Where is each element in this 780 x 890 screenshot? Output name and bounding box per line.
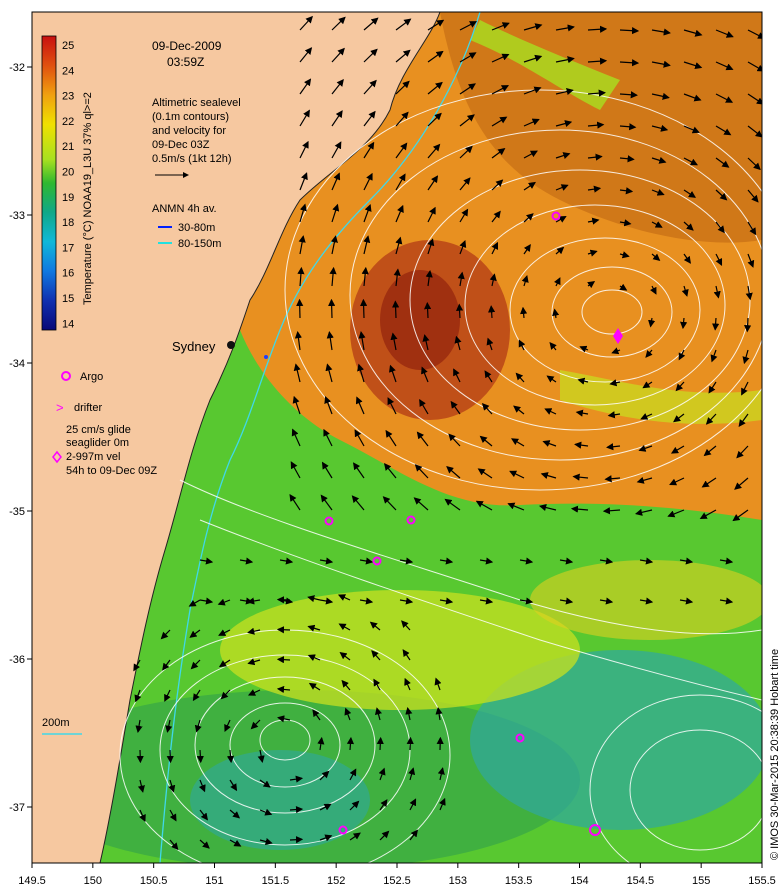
- y-axis: -32 -33 -34 -35 -36 -37: [9, 62, 32, 814]
- altimetry-line: Altimetric sealevel: [152, 97, 241, 109]
- glider-legend-line: seaglider 0m: [66, 437, 129, 449]
- anmn-title: ANMN 4h av.: [152, 203, 217, 215]
- x-tick-label: 151: [205, 875, 223, 887]
- velocity-arrow: [276, 656, 291, 664]
- x-tick-label: 150.5: [140, 875, 168, 887]
- anmn-mooring: [264, 355, 268, 359]
- velocity-arrow: [488, 305, 496, 319]
- x-tick-label: 149.5: [18, 875, 46, 887]
- colorbar-tick: 22: [62, 116, 74, 128]
- colorbar-tick: 23: [62, 91, 74, 103]
- y-tick-label: -36: [9, 654, 25, 666]
- city-label: Sydney: [172, 339, 216, 354]
- x-tick-label: 152.5: [383, 875, 411, 887]
- altimetry-line: 0.5m/s (1kt 12h): [152, 153, 231, 165]
- colorbar-tick: 25: [62, 40, 74, 52]
- colorbar-tick: 21: [62, 141, 74, 153]
- yellow-band: [530, 560, 762, 640]
- glider-legend-line: 54h to 09-Dec 09Z: [66, 465, 157, 477]
- y-tick-label: -34: [9, 358, 25, 370]
- isobath-legend-label: 200m: [42, 717, 70, 729]
- altimetry-line: and velocity for: [152, 125, 226, 137]
- colorbar-tick: 15: [62, 293, 74, 305]
- map-date: 09-Dec-2009: [152, 39, 222, 53]
- x-tick-label: 151.5: [262, 875, 290, 887]
- hot-core: [380, 270, 460, 370]
- drifter-legend-icon: >: [56, 400, 64, 415]
- y-tick-label: -33: [9, 210, 25, 222]
- cold-patch: [190, 750, 370, 850]
- argo-legend-label: Argo: [80, 371, 103, 383]
- colorbar-tick: 19: [62, 192, 74, 204]
- map-time: 03:59Z: [167, 55, 204, 69]
- colorbar-tick: 24: [62, 65, 74, 77]
- colorbar-tick: 18: [62, 217, 74, 229]
- velocity-arrow: [424, 301, 432, 319]
- colorbar-tick: 20: [62, 167, 74, 179]
- x-axis: 149.5 150 150.5 151 151.5 152 152.5 153 153.5 154…: [18, 863, 776, 887]
- colorbar-tick: 17: [62, 242, 74, 254]
- velocity-arrow: [456, 303, 464, 319]
- velocity-arrow: [360, 298, 368, 319]
- altimetry-line: (0.1m contours): [152, 111, 229, 123]
- velocity-arrow: [712, 317, 720, 331]
- velocity-arrow: [196, 749, 204, 764]
- credit-text: © IMOS 30-Mar-2015 20:38:39 Hobart time: [769, 649, 780, 860]
- altimetry-line: 09-Dec 03Z: [152, 139, 210, 151]
- x-tick-label: 154.5: [627, 875, 655, 887]
- x-tick-label: 155.5: [748, 875, 776, 887]
- sydney-marker: [227, 341, 235, 349]
- colorbar-label: Temperature (°C) NOAA19_L3U 37% ql>=2: [82, 92, 94, 305]
- velocity-arrow: [744, 317, 752, 333]
- y-tick-label: -37: [9, 802, 25, 814]
- sst-map: 25 24 23 22 21 20 19 18 17 16 15 14 Temperature (°C…: [9, 11, 780, 887]
- yellow-band: [220, 590, 580, 710]
- drifter-legend-label: drifter: [74, 402, 102, 414]
- x-tick-label: 155: [692, 875, 710, 887]
- velocity-arrow: [289, 836, 304, 844]
- colorbar-tick: 16: [62, 268, 74, 280]
- velocity-arrow: [328, 298, 336, 319]
- y-tick-label: -35: [9, 506, 25, 518]
- map-plot-area: [32, 12, 762, 863]
- velocity-arrow: [276, 626, 291, 634]
- glider-legend-line: 2-997m vel: [66, 451, 120, 463]
- velocity-arrow: [166, 749, 174, 764]
- x-tick-label: 153.5: [505, 875, 533, 887]
- velocity-arrow: [392, 300, 400, 319]
- x-tick-label: 152: [327, 875, 345, 887]
- colorbar-tick: 14: [62, 318, 74, 330]
- anmn-deep: 80-150m: [178, 238, 221, 250]
- x-tick-label: 153: [449, 875, 467, 887]
- anmn-shallow: 30-80m: [178, 222, 215, 234]
- velocity-arrow: [376, 736, 384, 751]
- glider-legend-line: 25 cm/s glide: [66, 424, 131, 436]
- x-tick-label: 150: [84, 875, 102, 887]
- colorbar: [41, 35, 57, 331]
- x-tick-label: 154: [570, 875, 588, 887]
- y-tick-label: -32: [9, 62, 25, 74]
